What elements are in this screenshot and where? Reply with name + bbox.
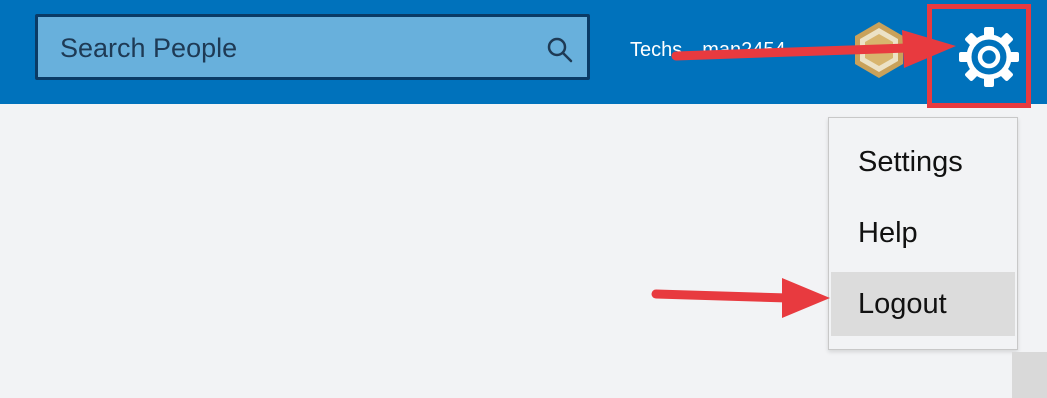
annotation-arrow-to-logout <box>651 278 830 318</box>
top-navigation-bar: Techs…man2454 <box>0 0 1047 108</box>
gear-icon <box>959 27 1019 87</box>
settings-gear-button[interactable] <box>927 4 1031 108</box>
search-icon[interactable] <box>546 36 574 64</box>
settings-dropdown-menu: Settings Help Logout <box>828 117 1018 350</box>
scrollbar[interactable] <box>1012 352 1047 398</box>
menu-item-logout[interactable]: Logout <box>831 272 1015 336</box>
search-input[interactable] <box>60 31 520 65</box>
menu-item-help[interactable]: Help <box>831 201 1015 265</box>
username-label[interactable]: Techs…man2454 <box>630 39 786 62</box>
search-box[interactable] <box>35 14 590 80</box>
badge-icon[interactable] <box>848 19 910 81</box>
menu-item-settings[interactable]: Settings <box>831 130 1015 194</box>
